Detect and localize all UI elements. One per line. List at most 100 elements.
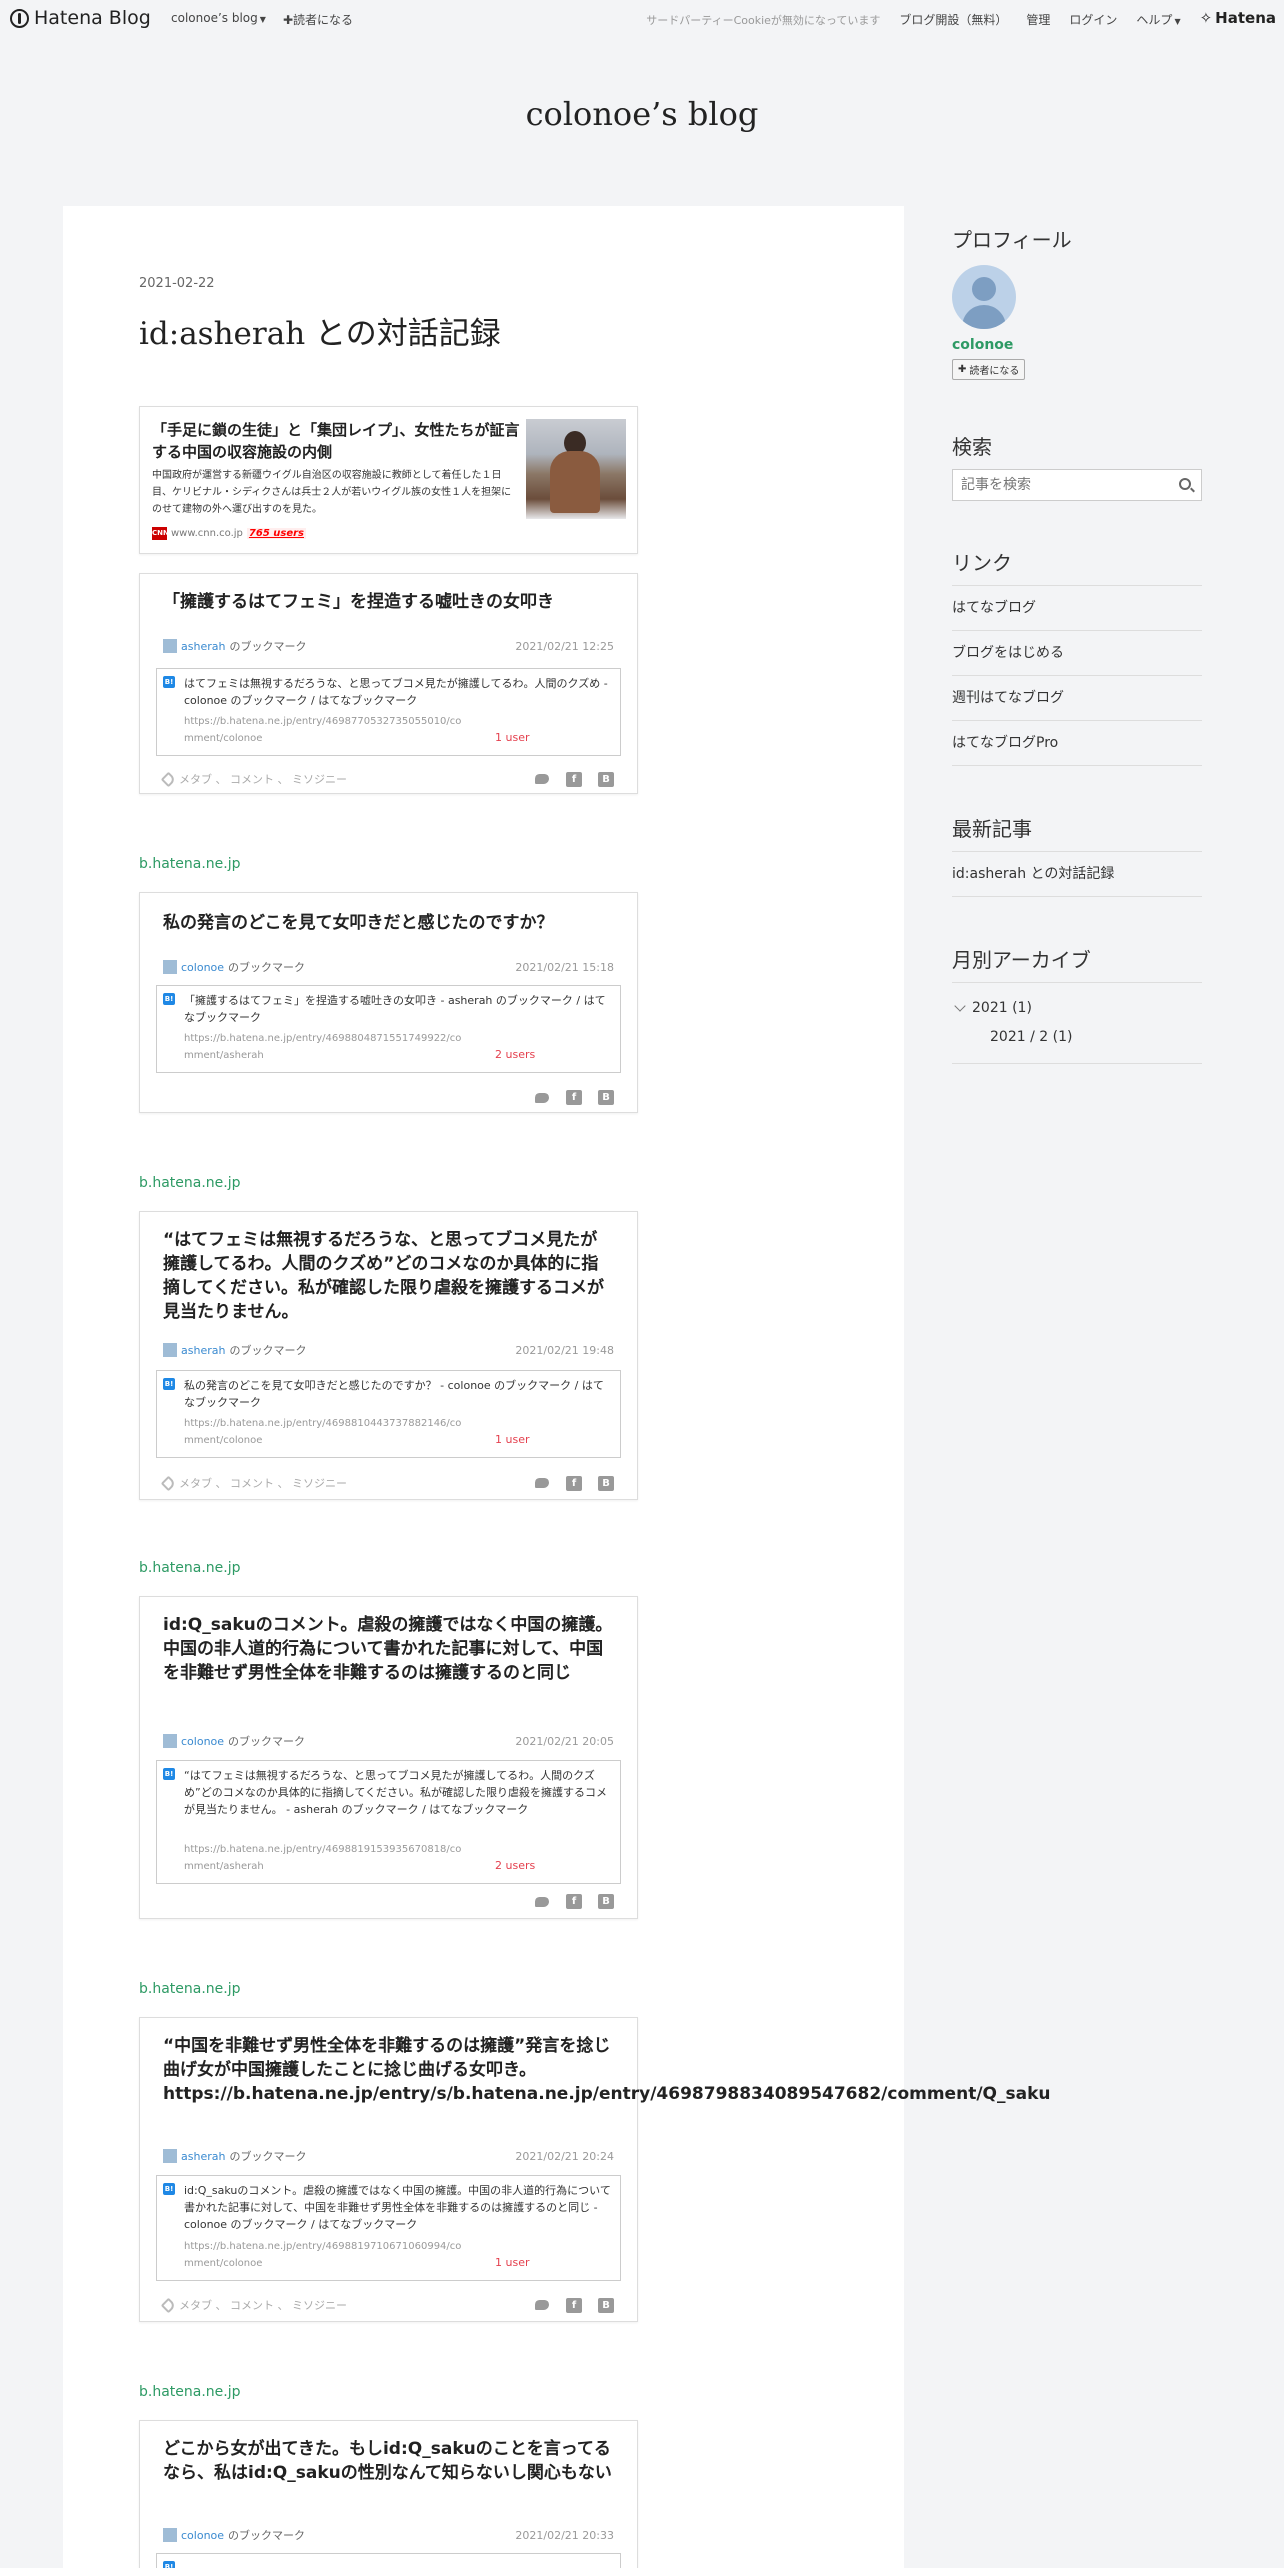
facebook-icon[interactable]: f [566,771,582,787]
quoted-title[interactable]: id:Q_sakuのコメント。虐殺の擁護ではなく中国の擁護。中国の非人道的行為に… [184,2182,612,2233]
bookmark-comment: 私の発言のどこを見て女叩きだと感じたのですか？ [163,913,554,933]
quoted-users-count[interactable]: 2 users [495,1048,535,1061]
archive-month[interactable]: 2021 / 2 (1) [990,1029,1072,1045]
subscribe-button[interactable]: ✚ 読者になる [952,359,1026,380]
source-link[interactable]: b.hatena.ne.jp [139,2384,241,2400]
quoted-title[interactable]: はてフェミは無視するだろうな、と思ってブコメ見たが擁護してるわ。人間のクズめ -… [184,675,612,709]
quoted-bookmark[interactable]: B! 私の発言のどこを見て女叩きだと感じたのですか？ - colonoe のブッ… [156,1370,621,1458]
facebook-icon[interactable]: f [566,2297,582,2313]
recent-list: id:asherah との対話記録 [952,851,1202,897]
news-title[interactable]: 「手足に鎖の生徒」と「集団レイプ」、女性たちが証言する中国の収容施設の内側 [152,419,520,463]
user-avatar[interactable] [163,2528,177,2542]
quoted-url[interactable]: https://b.hatena.ne.jp/entry/46987705327… [184,713,484,730]
quoted-url-cont[interactable]: mment/colonoe [184,2255,484,2272]
link-item[interactable]: はてなブログPro [952,721,1202,766]
source-link[interactable]: b.hatena.ne.jp [139,1981,241,1997]
quoted-title[interactable]: “はてフェミは無視するだろうな、と思ってブコメ見たが擁護してるわ。人間のクズめ”… [184,1767,612,1818]
bookmark-tags[interactable]: メタブ 、 コメント 、 ミソジニー [179,2297,347,2313]
hatena-share-icon[interactable]: B [598,771,614,787]
bookmark-tags[interactable]: メタブ 、 コメント 、 ミソジニー [179,771,347,787]
twitter-icon[interactable] [534,2298,550,2312]
quoted-users-count[interactable]: 1 user [495,2256,530,2269]
quoted-users-count[interactable]: 1 user [495,1433,530,1446]
search-icon[interactable] [1179,478,1191,490]
quoted-url[interactable]: https://b.hatena.ne.jp/entry/46988104437… [184,1415,484,1432]
hatena-share-icon[interactable]: B [598,1894,614,1909]
quoted-url-cont[interactable]: mment/asherah [184,1858,484,1875]
news-source-domain[interactable]: www.cnn.co.jp [171,528,243,539]
search-input[interactable] [953,470,1163,500]
source-link[interactable]: b.hatena.ne.jp [139,1175,241,1191]
twitter-icon[interactable] [534,1895,550,1909]
user-avatar[interactable] [163,960,177,974]
bookmark-user[interactable]: colonoe [181,1735,224,1748]
quoted-bookmark[interactable]: B! 「擁護するはてフェミ」を捏造する嘘吐きの女叩き - asherah のブッ… [156,985,621,1073]
source-link[interactable]: b.hatena.ne.jp [139,856,241,872]
bookmark-date[interactable]: 2021/02/21 15:18 [515,961,614,974]
quoted-url[interactable]: https://b.hatena.ne.jp/entry/46988191539… [184,1841,484,1858]
quoted-bookmark[interactable]: B! はてフェミは無視するだろうな、と思ってブコメ見たが擁護してるわ。人間のクズ… [156,668,621,756]
user-avatar[interactable] [163,1343,177,1357]
hatena-share-icon[interactable]: B [598,2297,614,2313]
help-dropdown[interactable]: ヘルプ ▼ [1136,11,1180,28]
quoted-users-count[interactable]: 1 user [495,731,530,744]
quoted-bookmark[interactable]: B! id:Q_sakuのコメント。虐殺の擁護ではなく中国の擁護。中国の非人道的… [156,2175,621,2281]
link-item[interactable]: はてなブログ [952,586,1202,631]
hatena-share-icon[interactable]: B [598,1090,614,1105]
twitter-icon[interactable] [534,1091,550,1105]
quoted-title[interactable]: 「擁護するはてフェミ」を捏造する嘘吐きの女叩き - asherah のブックマー… [184,992,612,1026]
quoted-bookmark[interactable]: B! [156,2553,621,2568]
quoted-title[interactable]: 私の発言のどこを見て女叩きだと感じたのですか？ - colonoe のブックマー… [184,1377,612,1411]
facebook-icon[interactable]: f [566,1894,582,1909]
archive-year[interactable]: 2021 (1) [954,1000,1032,1016]
bookmark-user[interactable]: colonoe [181,2529,224,2542]
bookmark-card: 「擁護するはてフェミ」を捏造する嘘吐きの女叩き asherah のブックマーク 2… [139,573,638,794]
bookmark-user[interactable]: asherah [181,1344,225,1357]
admin-link[interactable]: 管理 [1026,11,1050,28]
twitter-icon[interactable] [534,1476,550,1490]
profile-name[interactable]: colonoe [952,337,1202,353]
news-embed-card[interactable]: 「手足に鎖の生徒」と「集団レイプ」、女性たちが証言する中国の収容施設の内側 中国… [139,406,638,554]
profile-avatar[interactable] [952,265,1016,329]
bookmark-date[interactable]: 2021/02/21 12:25 [515,640,614,653]
quoted-url[interactable]: https://b.hatena.ne.jp/entry/46988197106… [184,2238,484,2255]
quoted-url-cont[interactable]: mment/asherah [184,1047,484,1064]
bookmark-date[interactable]: 2021/02/21 20:33 [515,2529,614,2542]
source-link[interactable]: b.hatena.ne.jp [139,1560,241,1576]
hatena-brand-link[interactable]: ✧ Hatena [1200,9,1276,27]
user-avatar[interactable] [163,2149,177,2163]
quoted-bookmark[interactable]: B! “はてフェミは無視するだろうな、と思ってブコメ見たが擁護してるわ。人間のク… [156,1760,621,1884]
link-item[interactable]: 週刊はてなブログ [952,676,1202,721]
blog-title[interactable]: colonoe’s blog [0,95,1284,133]
hatena-share-icon[interactable]: B [598,1475,614,1491]
chevron-down-icon[interactable] [954,1000,966,1012]
open-blog-link[interactable]: ブログ開設（無料） [899,11,1007,28]
twitter-icon[interactable] [534,772,550,786]
login-link[interactable]: ログイン [1069,11,1117,28]
quoted-url[interactable]: https://b.hatena.ne.jp/entry/46988048715… [184,1030,484,1047]
entry-date[interactable]: 2021-02-22 [139,276,215,291]
bookmark-date[interactable]: 2021/02/21 20:24 [515,2150,614,2163]
quoted-url-cont[interactable]: mment/colonoe [184,730,484,747]
bookmark-user[interactable]: asherah [181,640,225,653]
news-thumbnail[interactable] [526,419,626,519]
bookmark-date[interactable]: 2021/02/21 19:48 [515,1344,614,1357]
bookmark-user[interactable]: asherah [181,2150,225,2163]
facebook-icon[interactable]: f [566,1090,582,1105]
entry-title[interactable]: id:asherah との対話記録 [139,308,501,353]
subscribe-link[interactable]: ✚読者になる [283,11,353,28]
user-avatar[interactable] [163,639,177,653]
bookmark-user[interactable]: colonoe [181,961,224,974]
link-item[interactable]: ブログをはじめる [952,631,1202,676]
quoted-users-count[interactable]: 2 users [495,1859,535,1872]
quoted-url-cont[interactable]: mment/colonoe [184,1432,484,1449]
blog-menu-dropdown[interactable]: colonoe’s blog ▼ [171,11,266,25]
bookmark-tags[interactable]: メタブ 、 コメント 、 ミソジニー [179,1475,347,1491]
bookmark-date[interactable]: 2021/02/21 20:05 [515,1735,614,1748]
recent-item[interactable]: id:asherah との対話記録 [952,852,1202,897]
facebook-icon[interactable]: f [566,1475,582,1491]
help-label: ヘルプ [1136,13,1173,27]
hatena-blog-logo[interactable]: Hatena Blog [10,7,151,29]
bookmark-users-badge[interactable]: 765 users [246,528,306,539]
user-avatar[interactable] [163,1734,177,1748]
